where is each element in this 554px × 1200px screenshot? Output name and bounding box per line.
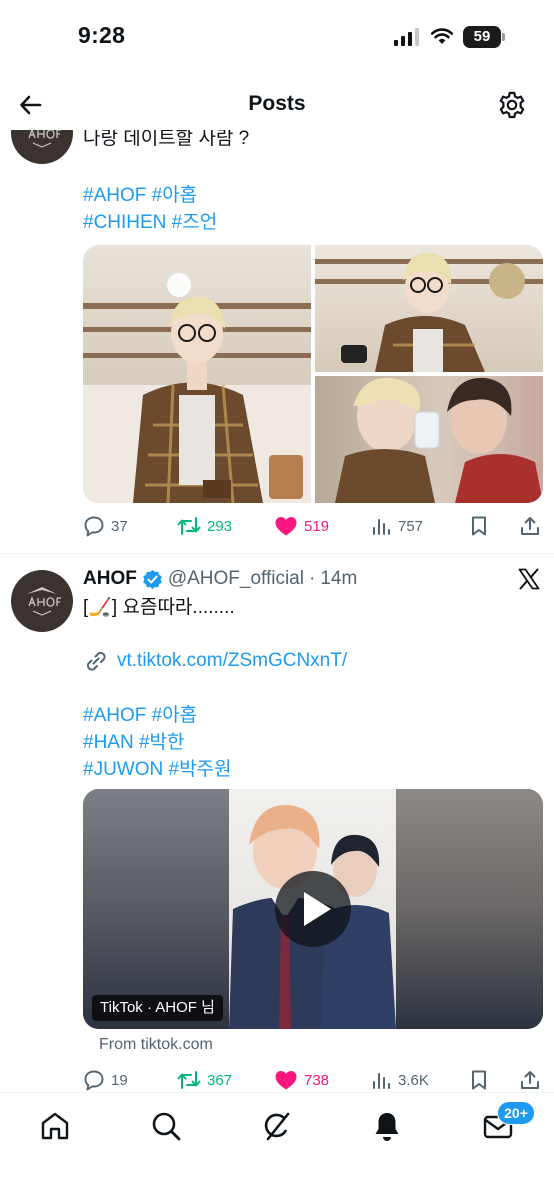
cafe-photo-illustration (315, 252, 543, 372)
verified-badge-icon (143, 569, 162, 589)
reply-icon (84, 1070, 104, 1091)
share-icon (521, 1071, 539, 1089)
photo-top-right[interactable] (315, 245, 543, 372)
messages-badge: 20+ (497, 1101, 535, 1125)
views-button[interactable]: 757 (372, 512, 423, 540)
play-icon (304, 892, 331, 926)
bottom-tab-bar (0, 1092, 554, 1200)
views-count: 3.6K (398, 1071, 429, 1089)
author-handle[interactable]: @AHOF_official (168, 568, 304, 590)
video-blur-left (83, 789, 229, 1029)
reply-button[interactable]: 19 (83, 1066, 128, 1094)
wifi-icon (430, 28, 454, 44)
like-button[interactable]: 738 (274, 1066, 329, 1094)
status-time: 9:28 (78, 22, 126, 48)
reply-count: 37 (111, 517, 128, 535)
card-source-label[interactable]: From tiktok.com (99, 1036, 213, 1054)
repost-icon (177, 1071, 201, 1089)
cellular-signal-icon (394, 28, 419, 46)
status-bar: 9:28 59 (0, 0, 554, 70)
nav-header: Posts (0, 78, 554, 130)
repost-count: 293 (207, 517, 233, 535)
repost-button[interactable]: 293 (177, 512, 232, 540)
selfie-photo-illustration (335, 377, 543, 503)
share-button[interactable] (519, 1066, 541, 1094)
post-time: 14m (320, 568, 358, 589)
dot-separator: · (308, 568, 316, 589)
repost-count: 367 (207, 1071, 233, 1089)
play-button[interactable] (275, 871, 351, 947)
hashtag-line[interactable]: #JUWON #박주원 (83, 754, 232, 781)
battery-indicator: 59 (463, 26, 505, 48)
bookmark-icon (472, 1070, 486, 1090)
author-name[interactable]: AHOF (83, 568, 137, 590)
gear-icon[interactable] (497, 90, 527, 120)
battery-cap (502, 33, 505, 41)
hashtag-line[interactable]: #HAN #박한 (83, 727, 185, 754)
battery-level: 59 (463, 26, 501, 48)
video-card[interactable]: TikTok · AHOF 님 (83, 789, 543, 1029)
page-title: Posts (248, 92, 306, 115)
reply-count: 19 (111, 1071, 128, 1089)
post-actions: 19 367 738 3.6K (83, 1066, 543, 1094)
grok-icon[interactable] (260, 1109, 294, 1143)
share-button[interactable] (519, 512, 541, 540)
heart-icon (275, 1071, 297, 1090)
tiktok-link[interactable]: vt.tiktok.com/ZSmGCNxnT/ (83, 648, 347, 674)
link-text[interactable]: vt.tiktok.com/ZSmGCNxnT/ (117, 650, 347, 672)
avatar[interactable] (11, 570, 73, 632)
post-divider (0, 553, 554, 554)
home-icon[interactable] (38, 1109, 72, 1143)
x-logo-icon (518, 568, 540, 590)
post-author-row: AHOF @AHOF_official · 14m (83, 566, 357, 592)
cafe-photo-illustration (83, 273, 311, 503)
ahof-logo-icon (27, 587, 61, 616)
hashtag-line[interactable]: #CHIHEN #즈언 (83, 207, 217, 234)
post-text: [🏒] 요즘따라........ (83, 597, 235, 618)
like-button[interactable]: 519 (274, 512, 329, 540)
repost-button[interactable]: 367 (177, 1066, 232, 1094)
hashtag-line[interactable]: #AHOF #아홉 (83, 180, 197, 207)
like-count: 738 (304, 1071, 330, 1089)
post-actions: 37 293 519 757 (83, 512, 543, 540)
bookmark-icon (472, 516, 486, 536)
video-source-badge: TikTok · AHOF 님 (92, 995, 223, 1021)
like-count: 519 (304, 517, 330, 535)
views-icon (373, 519, 390, 535)
views-icon (373, 1073, 390, 1089)
views-count: 757 (398, 517, 424, 535)
photo-bottom-right[interactable] (315, 376, 543, 503)
link-icon (86, 651, 106, 671)
bell-icon[interactable] (370, 1109, 404, 1143)
views-button[interactable]: 3.6K (372, 1066, 429, 1094)
bookmark-button[interactable] (469, 512, 489, 540)
heart-icon (275, 517, 297, 536)
reply-icon (84, 516, 104, 537)
share-icon (521, 517, 539, 535)
photo-grid (83, 245, 543, 503)
hashtag-line[interactable]: #AHOF #아홉 (83, 700, 197, 727)
reply-button[interactable]: 37 (83, 512, 128, 540)
search-icon[interactable] (149, 1109, 183, 1143)
photo-main[interactable] (83, 245, 311, 503)
video-blur-right (396, 789, 543, 1029)
bookmark-button[interactable] (469, 1066, 489, 1094)
repost-icon (177, 517, 201, 535)
